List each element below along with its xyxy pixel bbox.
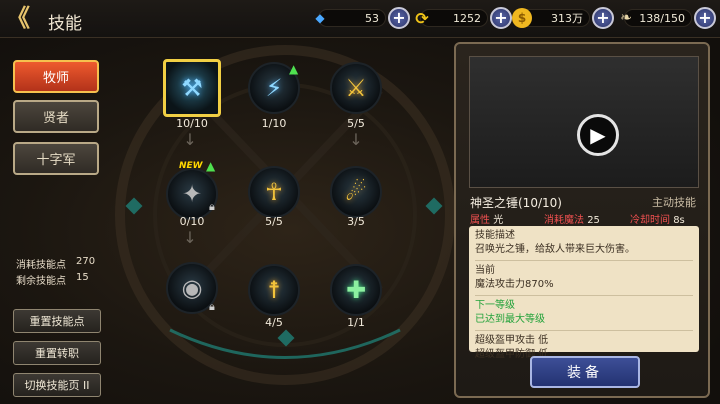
skill-level: 5/5: [265, 215, 283, 228]
skill-level: 4/5: [265, 316, 283, 329]
remaining-points-label: 剩余技能点: [16, 276, 66, 287]
gold-value: 313万: [551, 12, 583, 25]
shield-icon: ☥: [265, 178, 283, 206]
swirl-icon: ⟳: [415, 8, 429, 28]
divider: [475, 260, 693, 261]
holy-sword-icon: ⚔: [345, 74, 367, 102]
next-level-label: 下一等级: [475, 300, 515, 311]
divider: [475, 295, 693, 296]
consumed-points: 消耗技能点 270: [16, 256, 95, 271]
page-title: 技能: [48, 14, 82, 34]
skill-detail-panel: ▶ 神圣之锤(10/10) 主动技能 属性 光 消耗魔法 25 冷却时间 8s …: [454, 42, 710, 398]
play-icon[interactable]: ▶: [577, 114, 619, 156]
skill-shield[interactable]: ☥: [248, 166, 300, 218]
tree-connector-arrow: ↓: [183, 130, 197, 149]
super-armor-attack: 超级盔甲攻击 低: [475, 335, 549, 346]
equip-button[interactable]: 装备: [530, 356, 640, 388]
skill-pillar[interactable]: ☨: [248, 264, 300, 316]
resource-swirl: 1252 ⟳ +: [415, 7, 512, 29]
skill-level: 1/1: [347, 316, 365, 329]
mana-cost-value: 25: [587, 215, 600, 226]
back-arrow-icon[interactable]: 《: [6, 6, 40, 32]
skill-level: 0/10: [179, 215, 205, 228]
cooldown-value: 8s: [673, 215, 685, 226]
switch-skill-page-button[interactable]: 切换技能页 II: [13, 373, 101, 397]
skill-type: 主动技能: [652, 196, 696, 209]
current-level-value: 魔法攻击力870%: [475, 279, 554, 290]
resource-gold: 313万 $ +: [512, 7, 614, 29]
add-stamina-button[interactable]: +: [694, 7, 716, 29]
skill-heal[interactable]: ✚: [330, 264, 382, 316]
pillar-icon: ☨: [267, 276, 281, 304]
divider: [475, 330, 693, 331]
skill-strike[interactable]: ☄: [330, 166, 382, 218]
strike-icon: ☄: [345, 178, 367, 206]
tab-crusader[interactable]: 十字军: [13, 142, 99, 175]
skill-name: 神圣之锤(10/10): [470, 196, 562, 210]
description-title: 技能描述: [475, 230, 515, 241]
consumed-points-value: 270: [76, 256, 96, 267]
consumed-points-label: 消耗技能点: [16, 260, 66, 271]
equip-button-label: 装备: [567, 365, 603, 381]
add-swirl-button[interactable]: +: [490, 7, 512, 29]
gem-icon: ◆: [315, 11, 325, 25]
tab-sage[interactable]: 贤者: [13, 100, 99, 133]
description-text: 召唤光之锤，给敌人带来巨大伤害。: [475, 244, 635, 255]
resource-stamina: 138/150 ❧ +: [620, 7, 716, 29]
skill-preview-video[interactable]: ▶: [469, 56, 699, 188]
holy-hammer-icon: ⚒: [181, 74, 203, 102]
swirl-value: 1252: [453, 11, 481, 25]
tab-crusader-label: 十字军: [36, 153, 76, 168]
remaining-points: 剩余技能点 15: [16, 272, 89, 287]
upgrade-arrow-icon: ▲: [206, 159, 216, 173]
resource-gems: 53 ◆ +: [315, 7, 410, 29]
eye-icon: ◉: [181, 274, 203, 302]
reset-skill-points-button[interactable]: 重置技能点: [13, 309, 101, 333]
attribute-label: 属性: [470, 215, 490, 226]
stamina-value: 138/150: [639, 11, 685, 25]
reset-job-label: 重置转职: [35, 347, 79, 360]
switch-skill-page-label: 切换技能页 II: [24, 379, 90, 392]
remaining-points-value: 15: [76, 272, 89, 283]
attribute-value: 光: [493, 215, 504, 226]
summon-icon: ✦: [181, 180, 203, 208]
cooldown-label: 冷却时间: [630, 215, 670, 226]
gold-coin-icon: $: [512, 8, 532, 28]
skill-attributes: 属性 光 消耗魔法 25 冷却时间 8s: [470, 211, 698, 226]
heal-icon: ✚: [345, 276, 367, 304]
reset-job-button[interactable]: 重置转职: [13, 341, 101, 365]
gem-value: 53: [365, 11, 379, 25]
tab-sage-label: 贤者: [42, 111, 69, 126]
add-gold-button[interactable]: +: [592, 7, 614, 29]
lightning-icon: ⚡: [265, 74, 283, 102]
skill-holy-hammer[interactable]: ⚒: [163, 59, 221, 117]
mana-cost-label: 消耗魔法: [544, 215, 584, 226]
skill-holy-sword[interactable]: ⚔: [330, 62, 382, 114]
wing-icon: ❧: [620, 10, 632, 26]
skill-description-box: 技能描述 召唤光之锤，给敌人带来巨大伤害。 当前 魔法攻击力870% 下一等级 …: [469, 226, 699, 360]
current-level-label: 当前: [475, 265, 495, 276]
tab-priest-label: 牧师: [42, 71, 69, 86]
lock-icon: 🔒︎: [209, 200, 215, 213]
top-bar: 《 技能 53 ◆ + 1252 ⟳ + 313万 $ + 138/150 ❧ …: [0, 0, 720, 38]
reset-skill-points-label: 重置技能点: [29, 315, 85, 328]
skill-level: 3/5: [347, 215, 365, 228]
skill-level: 10/10: [176, 117, 208, 130]
tree-connector-arrow: ↓: [183, 228, 197, 247]
tree-connector-arrow: ↓: [349, 130, 363, 149]
upgrade-arrow-icon: ▲: [289, 62, 299, 76]
lock-icon: 🔒︎: [209, 300, 215, 313]
add-gems-button[interactable]: +: [388, 7, 410, 29]
skill-level: 5/5: [347, 117, 365, 130]
tab-priest[interactable]: 牧师: [13, 60, 99, 93]
skill-level: 1/10: [261, 117, 287, 130]
next-level-value: 已达到最大等级: [475, 314, 545, 325]
